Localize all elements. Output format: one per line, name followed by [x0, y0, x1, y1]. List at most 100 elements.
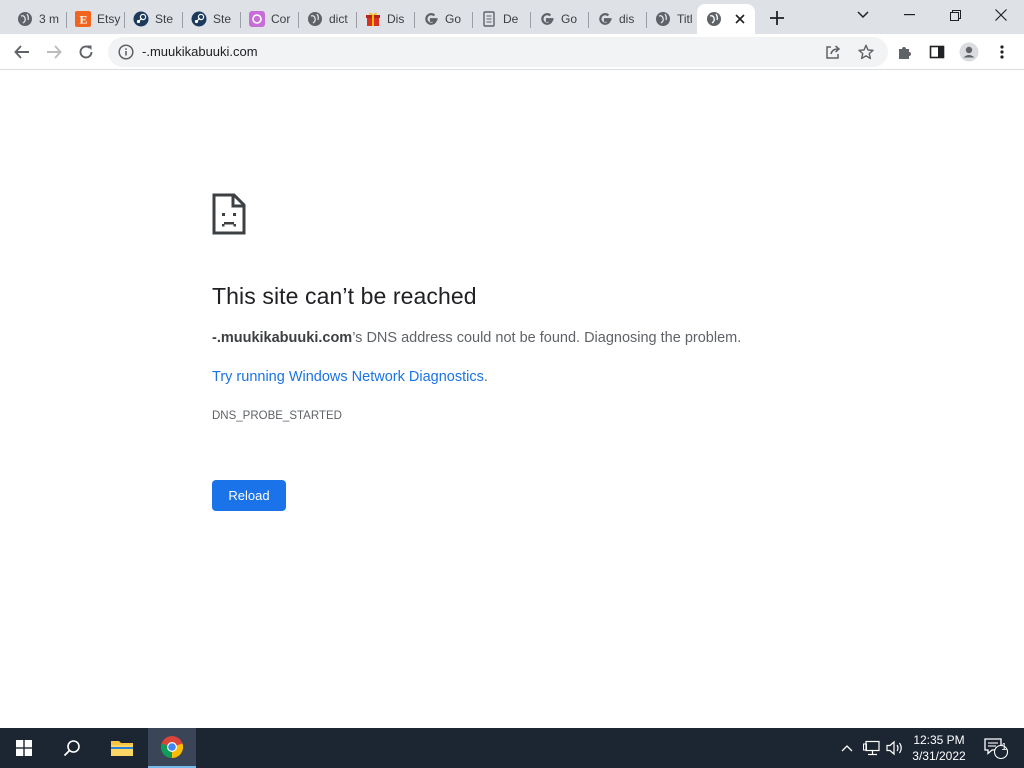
tab-title: De: [503, 12, 519, 26]
browser-tab[interactable]: Go: [530, 4, 587, 34]
google-icon: [539, 11, 555, 27]
globe-icon: [17, 11, 33, 27]
etsy-icon: E: [75, 11, 91, 27]
new-tab-button[interactable]: [766, 7, 788, 29]
start-button[interactable]: [0, 728, 48, 768]
active-browser-tab[interactable]: [697, 4, 755, 34]
browser-tab[interactable]: dict: [298, 4, 355, 34]
browser-tab[interactable]: De: [472, 4, 529, 34]
windows-logo-icon: [16, 740, 32, 756]
steam-icon: [133, 11, 149, 27]
chevron-up-icon: [841, 745, 853, 752]
gift-icon: [365, 11, 381, 27]
menu-button[interactable]: [988, 38, 1016, 66]
volume-button[interactable]: [884, 728, 906, 768]
address-bar[interactable]: -.muukikabuuki.com: [108, 37, 888, 67]
tab-strip: 3 m E Etsy Ste Ste Cor dict Dis Go De Go…: [0, 0, 1024, 34]
browser-tab[interactable]: Ste: [182, 4, 239, 34]
extensions-button[interactable]: [891, 38, 919, 66]
chevron-down-icon: [857, 11, 869, 19]
reload-button[interactable]: [72, 38, 100, 66]
browser-tab[interactable]: Go: [414, 4, 471, 34]
puzzle-piece-icon: [899, 47, 911, 59]
bookmark-star-icon[interactable]: [857, 43, 875, 61]
browser-tab[interactable]: Cor: [240, 4, 297, 34]
taskbar-search-button[interactable]: [48, 728, 96, 768]
network-button[interactable]: [860, 728, 884, 768]
more-vert-icon: [1000, 45, 1004, 59]
file-explorer-button[interactable]: [98, 728, 146, 768]
chrome-icon: [160, 736, 184, 759]
network-icon: [863, 740, 880, 756]
clock-time: 12:35 PM: [913, 733, 965, 747]
tab-search-button[interactable]: [840, 0, 886, 30]
profile-button[interactable]: [955, 38, 983, 66]
google-icon: [423, 11, 439, 27]
forward-button[interactable]: [40, 38, 68, 66]
search-icon: [63, 740, 80, 757]
browser-toolbar: -.muukikabuuki.com: [0, 34, 1024, 70]
plus-icon: [770, 11, 784, 25]
share-icon[interactable]: [824, 43, 842, 61]
browser-tab[interactable]: 3 m: [8, 4, 65, 34]
restore-icon: [949, 9, 961, 21]
tab-title: Ste: [155, 12, 174, 26]
back-arrow-icon: [14, 45, 29, 59]
restore-button[interactable]: [932, 0, 978, 30]
chrome-taskbar-button[interactable]: [148, 728, 196, 768]
notifications-button[interactable]: 1: [978, 728, 1014, 768]
sad-document-icon: [212, 193, 246, 235]
forward-arrow-icon: [47, 45, 62, 59]
close-tab-icon[interactable]: [732, 11, 748, 27]
side-panel-button[interactable]: [923, 38, 951, 66]
clock-date: 3/31/2022: [912, 749, 966, 763]
close-window-button[interactable]: [978, 0, 1024, 30]
show-hidden-icons-button[interactable]: [836, 728, 858, 768]
error-host: -.muukikabuuki.com: [212, 330, 353, 346]
browser-tab[interactable]: E Etsy: [66, 4, 123, 34]
browser-tab[interactable]: Ste: [124, 4, 181, 34]
error-page: This site can’t be reached -.muukikabuuk…: [0, 71, 1024, 728]
close-icon: [995, 9, 1007, 21]
minimize-button[interactable]: [886, 0, 932, 30]
globe-icon: [655, 11, 671, 27]
svg-text:E: E: [80, 13, 88, 27]
globe-icon: [307, 11, 323, 27]
diagnostics-line: Try running Windows Network Diagnostics.: [212, 369, 488, 385]
globe-icon: [706, 11, 722, 27]
error-code: DNS_PROBE_STARTED: [212, 410, 342, 422]
minimize-icon: [903, 14, 915, 16]
tab-title: 3 m: [39, 12, 60, 26]
browser-tab[interactable]: Titl: [646, 4, 703, 34]
notification-count: 1: [1001, 742, 1007, 753]
network-diagnostics-link[interactable]: Try running Windows Network Diagnostics: [212, 369, 484, 385]
tab-title: Go: [561, 12, 578, 26]
tab-title: Ste: [213, 12, 232, 26]
reload-icon: [79, 45, 93, 59]
google-icon: [597, 11, 613, 27]
side-panel-icon: [929, 45, 945, 59]
url-text[interactable]: -.muukikabuuki.com: [142, 44, 258, 59]
speaker-icon: [886, 740, 902, 756]
tab-title: Dis: [387, 12, 405, 26]
back-button[interactable]: [8, 38, 36, 66]
windows-taskbar: 12:35 PM 3/31/2022 1: [0, 728, 1024, 768]
browser-tab[interactable]: dis: [588, 4, 645, 34]
taskbar-clock[interactable]: 12:35 PM 3/31/2022: [906, 732, 972, 764]
folder-icon: [111, 741, 133, 756]
reload-page-button[interactable]: Reload: [212, 480, 286, 511]
avatar-icon: [959, 42, 979, 62]
purple-app-icon: [249, 11, 265, 27]
steam-icon: [191, 11, 207, 27]
tab-title: Go: [445, 12, 462, 26]
tab-title: dict: [329, 12, 348, 26]
browser-tab[interactable]: Dis: [356, 4, 413, 34]
document-icon: [481, 11, 497, 27]
site-info-icon[interactable]: [118, 44, 134, 60]
diagnostics-period: .: [483, 369, 488, 385]
error-message-text: ’s DNS address could not be found. Diagn…: [352, 330, 742, 346]
tab-title: dis: [619, 12, 635, 26]
tab-title: Cor: [271, 12, 291, 26]
error-message: -.muukikabuuki.com’s DNS address could n…: [212, 330, 741, 346]
tab-title: Etsy: [97, 12, 121, 26]
